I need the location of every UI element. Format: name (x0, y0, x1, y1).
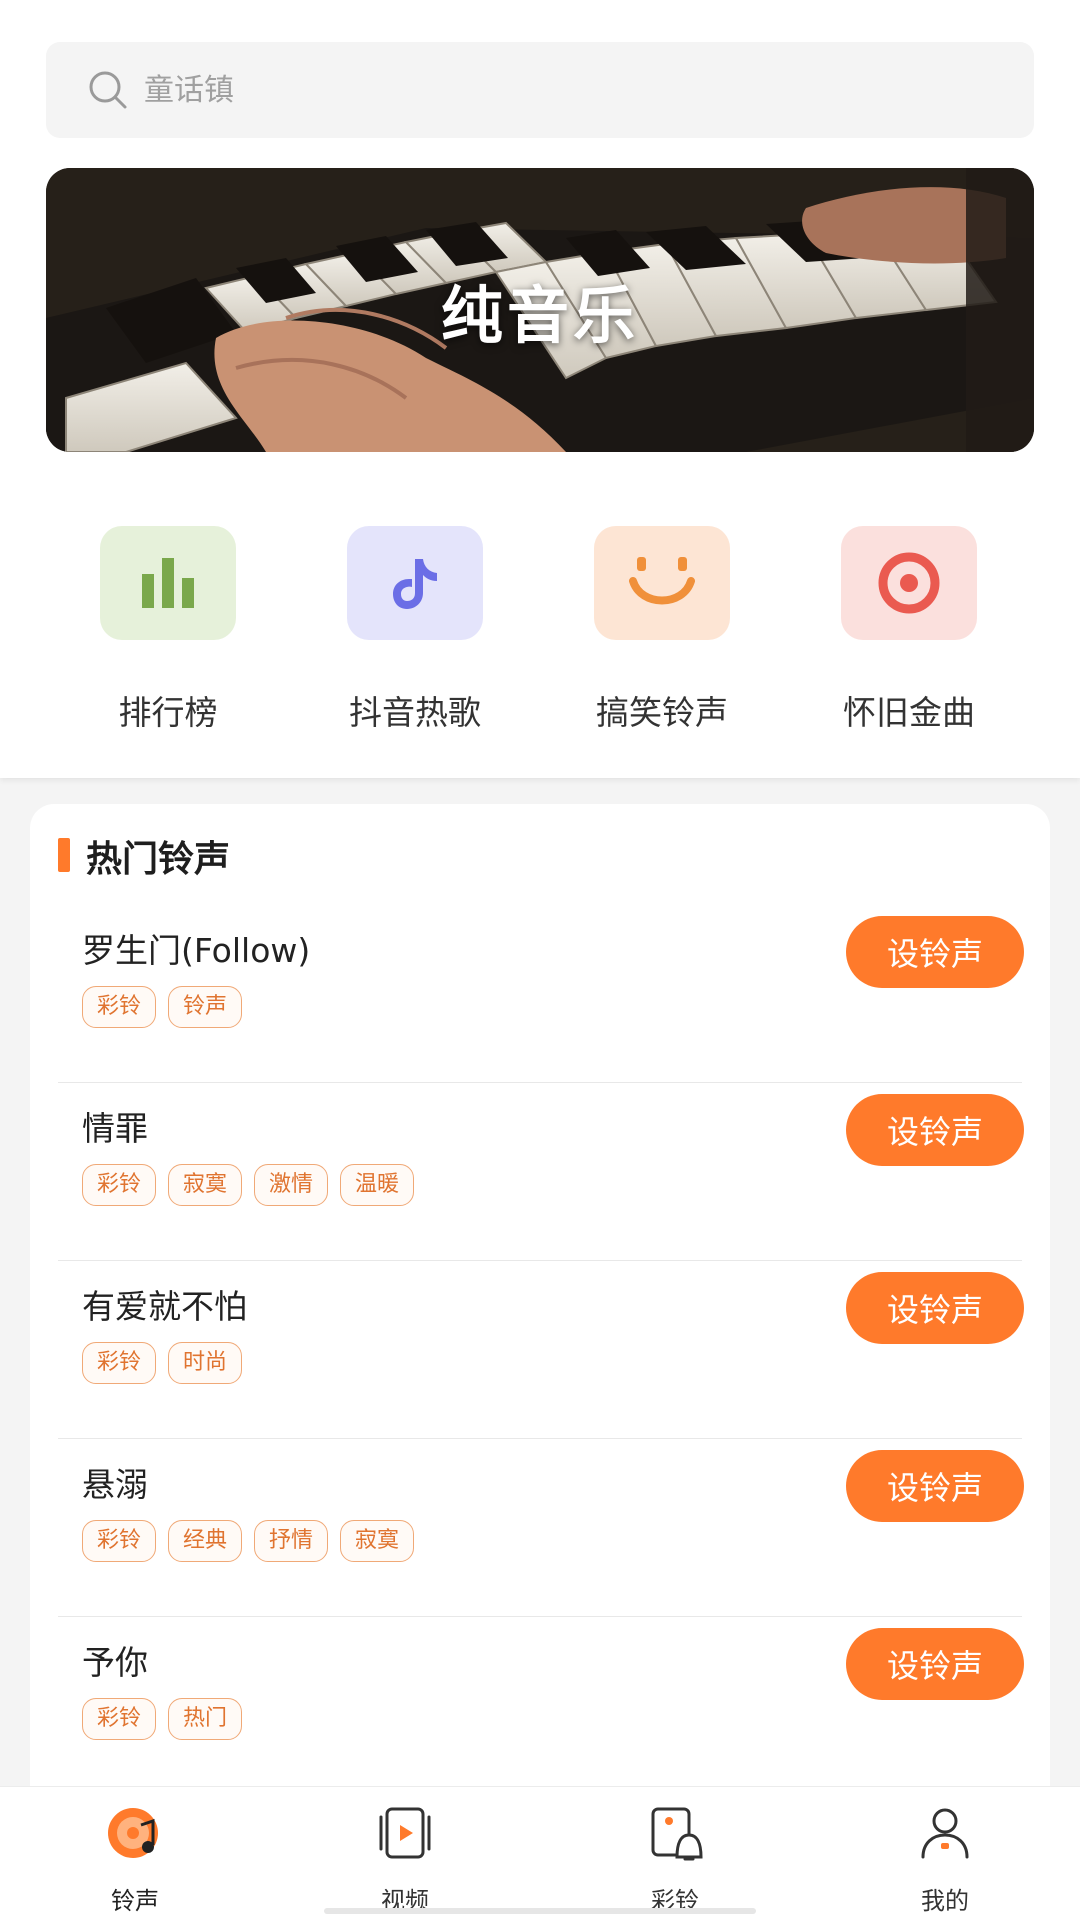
bottom-nav: 铃声 视频 彩铃 我的 (0, 1786, 1080, 1921)
tag: 激情 (254, 1164, 329, 1206)
song-title: 罗生门(Follow) (82, 931, 311, 970)
ringtone-disc-icon (108, 1808, 158, 1858)
tag-list: 彩铃 时尚 (82, 1342, 243, 1384)
search-icon (89, 71, 127, 109)
hot-ringtones-card: 热门铃声 罗生门(Follow) 彩铃 铃声 设铃声 情罪 彩铃 寂寞 激情 温… (30, 804, 1050, 1920)
song-title: 予你 (82, 1643, 148, 1682)
chart-bars-icon (100, 526, 236, 640)
ringtone-row[interactable]: 予你 彩铃 热门 设铃声 (58, 1616, 1024, 1795)
tag: 彩铃 (82, 1698, 157, 1740)
video-play-icon (379, 1807, 431, 1859)
tag-list: 彩铃 经典 抒情 寂寞 (82, 1520, 415, 1562)
tag-list: 彩铃 寂寞 激情 温暖 (82, 1164, 415, 1206)
tag: 抒情 (254, 1520, 329, 1562)
tag: 寂寞 (340, 1520, 415, 1562)
banner-title: 纯音乐 (440, 279, 639, 352)
ringtone-row[interactable]: 有爱就不怕 彩铃 时尚 设铃声 (58, 1260, 1024, 1439)
tag: 时尚 (168, 1342, 243, 1384)
phone-bell-icon (651, 1807, 703, 1861)
set-ringtone-button[interactable]: 设铃声 (846, 1094, 1024, 1166)
section-title: 热门铃声 (86, 839, 231, 880)
tag: 铃声 (168, 986, 243, 1028)
category-funny-ringtone[interactable]: 搞笑铃声 (544, 526, 764, 746)
nav-label: 我的 (921, 1887, 969, 1915)
category-douyin-hits[interactable]: 抖音热歌 (297, 526, 517, 746)
tiktok-note-icon (347, 526, 483, 640)
section-accent-bar (58, 838, 70, 872)
search-bar[interactable] (46, 42, 1034, 138)
nav-tab-color-ring[interactable]: 彩铃 (540, 1787, 810, 1921)
category-label: 排行榜 (118, 693, 218, 732)
search-input[interactable] (144, 42, 1004, 138)
nav-tab-mine[interactable]: 我的 (810, 1787, 1080, 1921)
top-area: 纯音乐 排行榜 抖音热歌 (0, 0, 1080, 778)
set-ringtone-button[interactable]: 设铃声 (846, 1272, 1024, 1344)
tag: 温暖 (340, 1164, 415, 1206)
category-grid: 排行榜 抖音热歌 搞笑铃声 怀旧金曲 (0, 526, 1080, 746)
ringtone-row[interactable]: 悬溺 彩铃 经典 抒情 寂寞 设铃声 (58, 1438, 1024, 1617)
tag: 经典 (168, 1520, 243, 1562)
set-ringtone-button[interactable]: 设铃声 (846, 1450, 1024, 1522)
home-indicator (324, 1908, 756, 1914)
nav-tab-video[interactable]: 视频 (270, 1787, 540, 1921)
tag: 热门 (168, 1698, 243, 1740)
target-icon (841, 526, 977, 640)
song-title: 悬溺 (82, 1465, 148, 1504)
category-label: 怀旧金曲 (843, 693, 975, 732)
ringtone-row[interactable]: 情罪 彩铃 寂寞 激情 温暖 设铃声 (58, 1082, 1024, 1261)
song-title: 有爱就不怕 (82, 1287, 247, 1326)
category-label: 抖音热歌 (349, 693, 481, 732)
nav-tab-ringtone[interactable]: 铃声 (0, 1787, 270, 1921)
set-ringtone-button[interactable]: 设铃声 (846, 916, 1024, 988)
category-oldies[interactable]: 怀旧金曲 (791, 526, 1011, 746)
tag: 寂寞 (168, 1164, 243, 1206)
category-ranking[interactable]: 排行榜 (50, 526, 270, 746)
tag: 彩铃 (82, 986, 157, 1028)
nav-label: 铃声 (111, 1887, 159, 1915)
category-label: 搞笑铃声 (596, 693, 728, 732)
user-icon (921, 1808, 969, 1859)
ringtone-row[interactable]: 罗生门(Follow) 彩铃 铃声 设铃声 (58, 904, 1024, 1083)
banner-pure-music[interactable]: 纯音乐 (46, 168, 1034, 452)
tag: 彩铃 (82, 1342, 157, 1384)
tag: 彩铃 (82, 1520, 157, 1562)
set-ringtone-button[interactable]: 设铃声 (846, 1628, 1024, 1700)
tag: 彩铃 (82, 1164, 157, 1206)
tag-list: 彩铃 铃声 (82, 986, 243, 1028)
smile-icon (594, 526, 730, 640)
tag-list: 彩铃 热门 (82, 1698, 243, 1740)
song-title: 情罪 (82, 1109, 148, 1148)
